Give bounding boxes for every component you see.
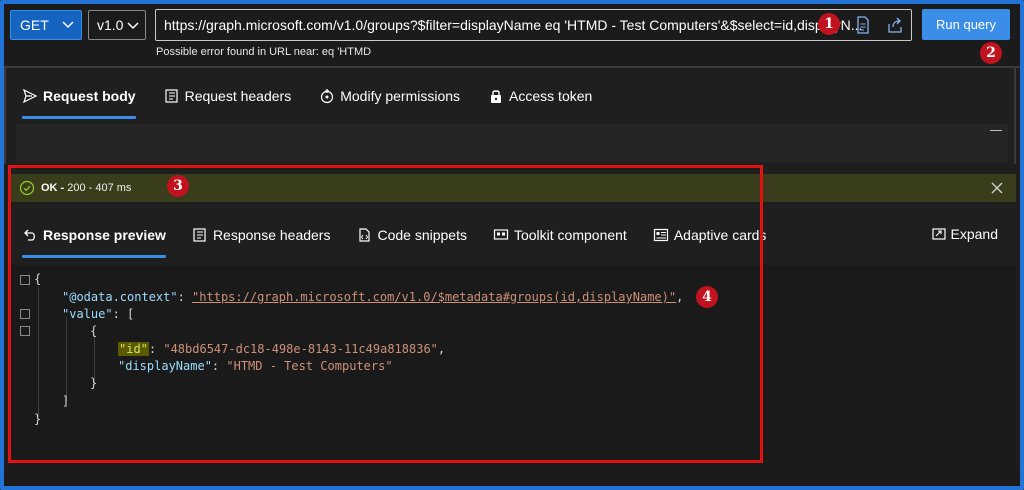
bottom-strip — [4, 466, 1020, 486]
url-error-hint: Possible error found in URL near: eq 'HT… — [156, 46, 372, 58]
headers-icon — [164, 89, 178, 103]
expand-icon — [931, 228, 946, 240]
url-text: https://graph.microsoft.com/v1.0/groups?… — [164, 17, 863, 33]
request-tabs: Request body Request headers Modify perm… — [22, 81, 620, 119]
close-icon[interactable] — [990, 181, 1004, 195]
request-panel: Request body Request headers Modify perm… — [4, 68, 1016, 164]
http-method-value: GET — [20, 17, 49, 33]
chevron-down-icon — [127, 22, 139, 30]
annotation-badge-1: 1 — [818, 13, 840, 35]
annotation-badge-3: 3 — [167, 175, 189, 197]
tab-request-headers[interactable]: Request headers — [164, 81, 292, 111]
chevron-down-icon — [62, 21, 74, 29]
api-version-dropdown[interactable]: v1.0 — [88, 10, 146, 40]
share-icon[interactable] — [887, 16, 903, 34]
url-input[interactable]: https://graph.microsoft.com/v1.0/groups?… — [155, 9, 912, 41]
tab-access-token[interactable]: Access token — [488, 81, 592, 111]
run-query-button[interactable]: Run query — [922, 9, 1010, 40]
send-icon — [22, 88, 38, 104]
expand-button[interactable]: Expand — [931, 226, 998, 242]
permissions-icon — [321, 89, 334, 104]
tab-label: Access token — [509, 88, 593, 104]
http-method-dropdown[interactable]: GET — [10, 10, 82, 40]
tab-label: Request body — [43, 88, 136, 104]
annotation-badge-2: 2 — [980, 42, 1002, 64]
expand-label: Expand — [950, 226, 998, 242]
tab-label: Modify permissions — [340, 88, 461, 104]
lock-icon — [491, 90, 502, 103]
request-body-editor[interactable] — [16, 124, 1008, 162]
tab-request-body[interactable]: Request body — [22, 81, 136, 119]
annotation-badge-4: 4 — [696, 286, 718, 308]
api-version-value: v1.0 — [97, 17, 124, 33]
editor-scroll-marker — [990, 130, 1002, 131]
query-toolbar: GET v1.0 https://graph.microsoft.com/v1.… — [4, 4, 1020, 66]
annotation-highlight-box — [8, 165, 763, 463]
tab-label: Request headers — [184, 88, 292, 104]
tab-modify-permissions[interactable]: Modify permissions — [319, 81, 460, 111]
document-icon[interactable] — [855, 16, 871, 34]
